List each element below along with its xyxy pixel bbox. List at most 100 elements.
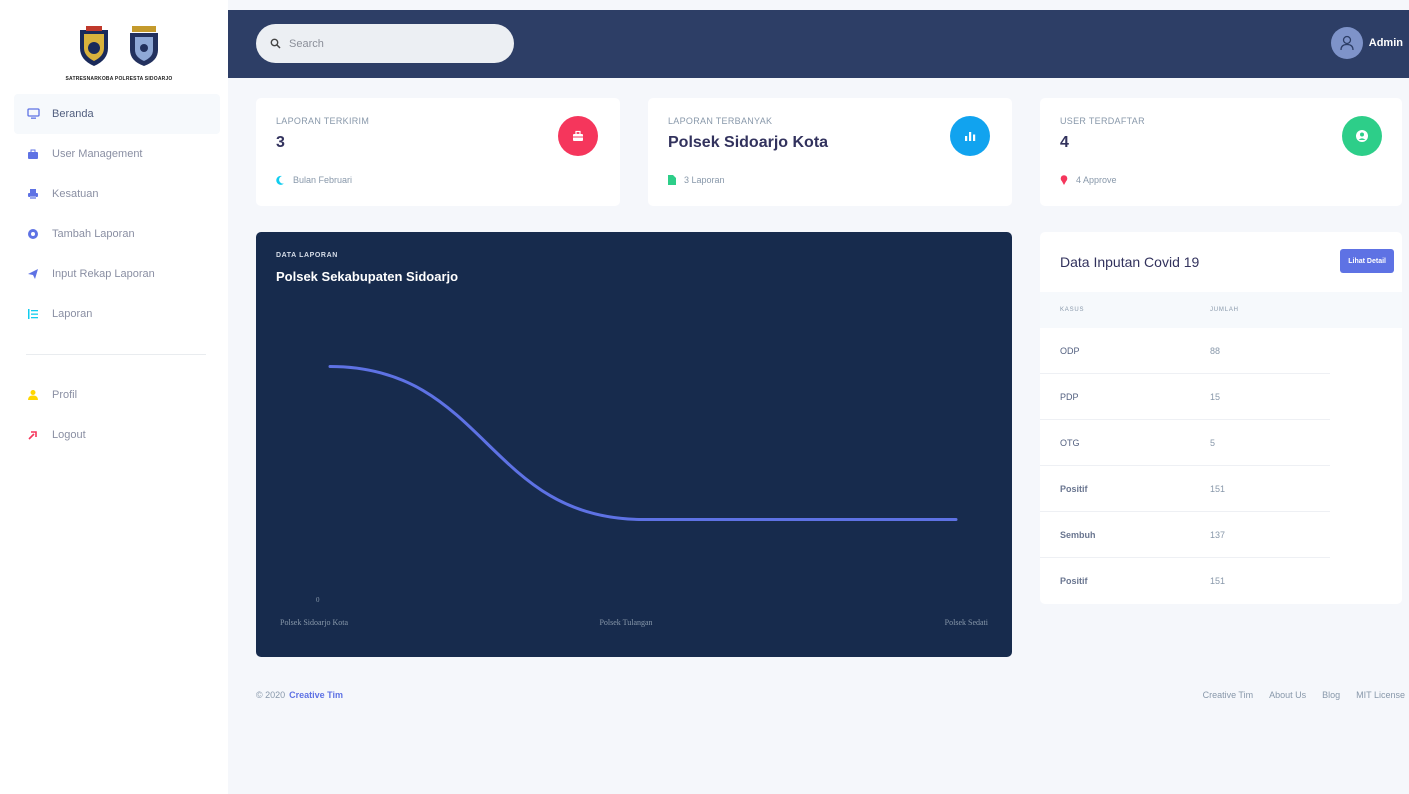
user-icon [26,388,40,402]
stat-icon-circle [950,116,990,156]
list-icon [26,307,40,321]
sidebar-item-tambah-laporan[interactable]: Tambah Laporan [14,214,220,254]
chart-x-tick-label: Polsek Sidoarjo Kota [280,618,348,627]
stat-footer-text: Bulan Februari [293,175,353,185]
briefcase-icon [26,147,40,161]
table-row: ODP 88 [1040,328,1402,374]
send-icon [26,267,40,281]
cell-jumlah: 137 [1210,530,1226,540]
cell-jumlah: 15 [1210,392,1221,402]
sidebar-item-label: Beranda [52,108,94,120]
chart-data-point[interactable] [640,517,646,523]
cell-kasus: PDP [1060,392,1079,402]
stat-value: 3 [276,134,285,151]
covid-card-title: Data Inputan Covid 19 [1060,254,1200,270]
briefcase-icon [573,130,583,141]
printer-icon [26,187,40,201]
moon-icon [276,175,285,185]
search-box[interactable] [256,24,514,63]
logo[interactable]: SATRESNARKOBA POLRESTA SIDOARJO [56,24,182,90]
cell-jumlah: 88 [1210,346,1221,356]
footer-link-blog[interactable]: Blog [1322,690,1340,700]
chart-y-tick-label: 0 [316,596,320,604]
cell-kasus: ODP [1060,346,1080,356]
stat-value: 4 [1060,134,1069,151]
table-header: Kasus Jumlah [1040,292,1402,328]
file-icon [668,175,676,185]
lihat-detail-button[interactable]: Lihat Detail [1340,249,1394,273]
covid-table-card: Data Inputan Covid 19 Lihat Detail Kasus… [1040,232,1402,604]
table-row: Positif 151 [1040,558,1402,604]
sidebar-item-label: Input Rekap Laporan [52,268,155,280]
avatar [1330,27,1363,59]
stat-value: Polsek Sidoarjo Kota [668,134,829,151]
cell-jumlah: 5 [1210,438,1216,448]
line-chart[interactable]: 0 Polsek Sidoarjo Kota Polsek Tulangan Pols… [256,232,1012,657]
chart-data-point[interactable] [953,517,959,523]
sidebar-item-kesatuan[interactable]: Kesatuan [14,174,220,214]
cell-kasus: Positif [1060,484,1088,494]
sidebar-nav: Beranda User Management Kesatuan Tambah … [14,94,220,455]
sidebar-item-label: User Management [52,148,143,160]
user-menu[interactable]: Admin [1330,27,1403,59]
sidebar-item-label: Kesatuan [52,188,99,200]
stat-icon-circle [1342,116,1382,156]
sidebar-item-label: Logout [52,429,86,441]
bar-chart-icon [965,132,976,141]
sidebar: SATRESNARKOBA POLRESTA SIDOARJO Beranda … [0,0,228,794]
copyright-text: © 2020 [256,690,286,700]
sidebar-item-laporan[interactable]: Laporan [14,294,220,334]
sidebar-item-beranda[interactable]: Beranda [14,94,220,134]
chart-x-tick-label: Polsek Tulangan [599,618,652,627]
logout-icon [26,428,40,442]
footer-copyright: © 2020 Creative Tim [256,690,343,700]
table-row: Positif 151 [1040,466,1402,512]
table-row: PDP 15 [1040,374,1402,420]
top-navbar: Admin [228,10,1409,78]
sidebar-item-user-management[interactable]: User Management [14,134,220,174]
stat-footer: 4 Approve [1060,175,1117,185]
stat-footer-text: 3 Laporan [684,175,725,185]
cell-kasus: OTG [1060,438,1080,448]
footer-brand-link[interactable]: Creative Tim [289,690,343,700]
chart-series-line[interactable] [328,365,958,521]
table-row: OTG 5 [1040,420,1402,466]
footer-link-about-us[interactable]: About Us [1269,690,1306,700]
user-circle-icon [1356,130,1368,142]
circle-plus-icon [26,227,40,241]
monitor-icon [26,107,40,121]
footer-links: Creative Tim About Us Blog MIT License [1203,690,1405,700]
chart-x-tick-label: Polsek Sedati [945,618,989,627]
stat-card-laporan-terbanyak: Laporan Terbanyak Polsek Sidoarjo Kota 3… [648,98,1012,206]
column-header-jumlah: Jumlah [1210,307,1239,313]
covid-card-header: Data Inputan Covid 19 Lihat Detail [1040,232,1402,292]
stat-footer: 3 Laporan [668,175,725,185]
chart-card: Data Laporan Polsek Sekabupaten Sidoarjo… [256,232,1012,657]
sidebar-item-input-rekap-laporan[interactable]: Input Rekap Laporan [14,254,220,294]
sidebar-item-logout[interactable]: Logout [14,415,220,455]
police-badge-icon [80,26,108,66]
stat-title: User Terdaftar [1060,116,1145,126]
user-name: Admin [1368,37,1403,49]
search-icon [270,38,281,49]
footer-link-mit-license[interactable]: MIT License [1356,690,1405,700]
unit-emblem-icon [130,26,158,66]
stat-footer-text: 4 Approve [1076,175,1117,185]
user-avatar-icon [1340,35,1354,51]
sidebar-divider [26,354,206,355]
stat-icon-circle [558,116,598,156]
table-body: ODP 88 PDP 15 OTG 5 Positif 151 Sembuh 1… [1040,328,1402,604]
cell-kasus: Positif [1060,576,1088,586]
sidebar-item-label: Tambah Laporan [52,228,135,240]
chart-data-point[interactable] [327,364,333,370]
footer-link-creative-tim[interactable]: Creative Tim [1203,690,1254,700]
stat-title: Laporan Terbanyak [668,116,773,126]
cell-jumlah: 151 [1210,576,1226,586]
column-header-kasus: Kasus [1060,307,1085,313]
stat-card-laporan-terkirim: Laporan Terkirim 3 Bulan Februari [256,98,620,206]
sidebar-item-profil[interactable]: Profil [14,375,220,415]
search-input[interactable] [289,37,489,50]
table-row: Sembuh 137 [1040,512,1402,558]
cell-jumlah: 151 [1210,484,1226,494]
sidebar-item-label: Laporan [52,308,93,320]
